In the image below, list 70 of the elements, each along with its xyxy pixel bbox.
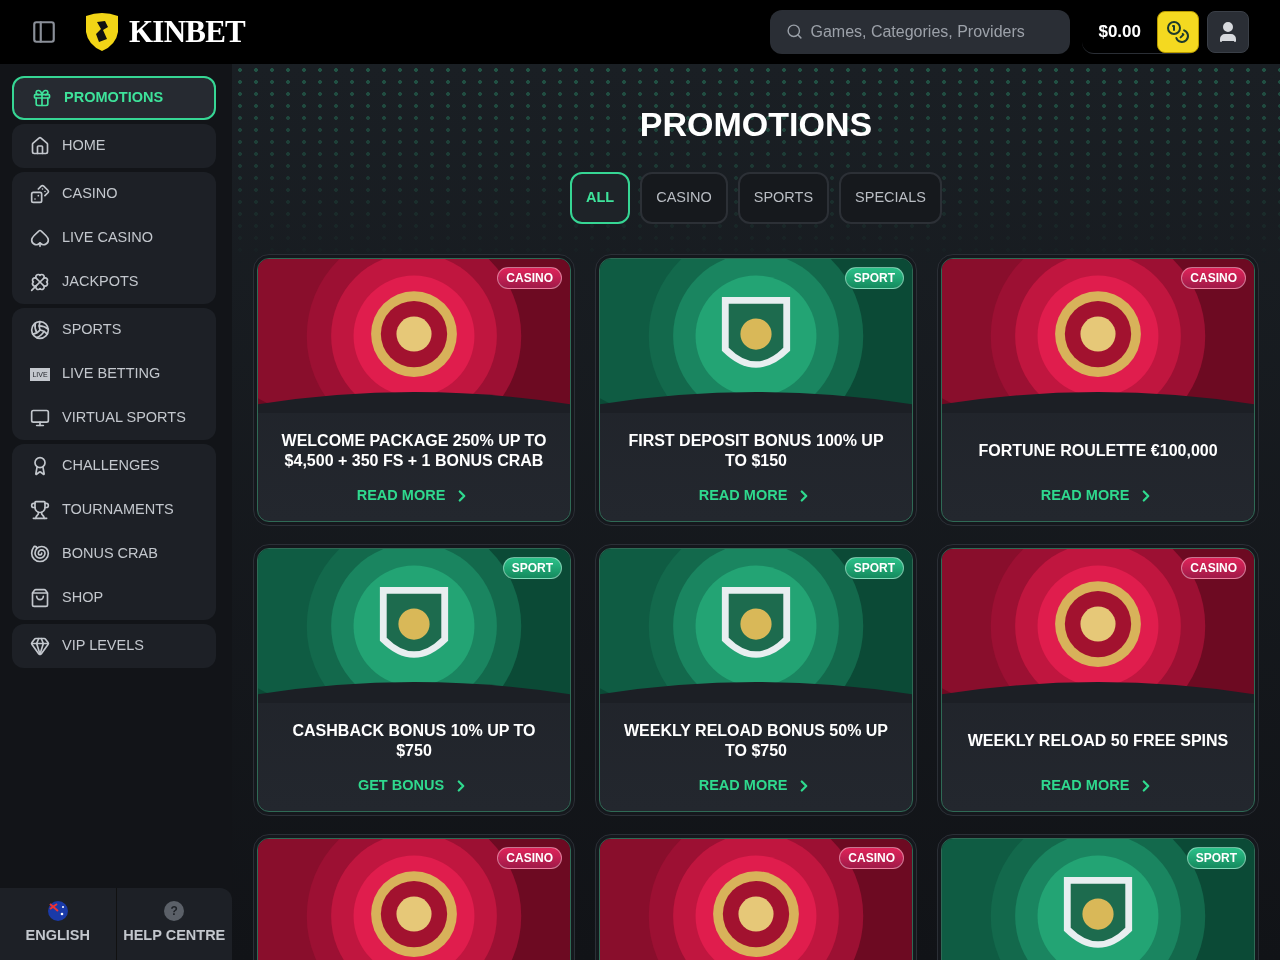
shell-icon	[30, 544, 50, 564]
menu-item[interactable]: JACKPOTS	[12, 260, 216, 304]
gift-icon	[32, 88, 52, 108]
category-badge: CASINO	[1181, 267, 1246, 289]
dice-icon	[30, 184, 50, 204]
category-badge: SPORT	[1186, 847, 1246, 869]
read-more-link[interactable]: READ MORE	[1040, 485, 1156, 507]
ball-icon	[30, 320, 50, 340]
filter-tab[interactable]: SPECIALS	[839, 172, 943, 224]
menu-item[interactable]: VIRTUAL SPORTS	[12, 396, 216, 440]
menu-item[interactable]: TOURNAMENTS	[12, 488, 216, 532]
menu-item[interactable]: CASINO	[12, 172, 216, 216]
help-icon: ?	[164, 901, 185, 922]
monitor-icon	[30, 408, 50, 428]
promo-card[interactable]: SPORT FIRST DEPOSIT BONUS 100% UP TO $150 READ MORE	[595, 254, 917, 526]
read-more-link[interactable]: GET BONUS	[357, 775, 471, 797]
menu-item[interactable]: PROMOTIONS	[12, 76, 216, 120]
search-icon	[786, 23, 804, 40]
coins-icon	[1166, 19, 1190, 44]
category-badge: CASINO	[497, 847, 562, 869]
read-more-link[interactable]: READ MORE	[1040, 775, 1156, 797]
clover-icon	[30, 272, 50, 292]
filter-tab[interactable]: SPORTS	[737, 172, 830, 224]
menu-item[interactable]: VIP LEVELS	[12, 624, 216, 668]
shopping-bag-icon	[30, 588, 50, 608]
read-more-link[interactable]: READ MORE	[698, 485, 814, 507]
home-icon	[30, 136, 50, 156]
trophy-icon	[30, 500, 50, 520]
spade-icon	[30, 228, 50, 248]
menu-item[interactable]: LIVE CASINO	[12, 216, 216, 260]
promo-card[interactable]: CASINO WEEKLY RELOAD 50 FREE SPINS READ MORE	[937, 544, 1259, 816]
promo-title: WEEKLY RELOAD 50 FREE SPINS	[967, 731, 1229, 751]
promo-card[interactable]: CASINO	[595, 834, 917, 960]
balance: $0.00	[1098, 20, 1141, 43]
category-badge: SPORT	[502, 557, 562, 579]
promo-card[interactable]: CASINO FORTUNE ROULETTE €100,000 READ MORE	[937, 254, 1259, 526]
category-badge: CASINO	[497, 267, 562, 289]
promo-card[interactable]: SPORT CASHBACK BONUS 10% UP TO $750 GET BONUS	[253, 544, 575, 816]
category-badge: CASINO	[839, 847, 904, 869]
diamond-icon	[30, 636, 50, 656]
menu-item[interactable]: HOME	[12, 124, 216, 168]
language-button[interactable]: ENGLISH	[0, 888, 117, 960]
promo-title: FORTUNE ROULETTE €100,000	[978, 441, 1218, 461]
profile-button[interactable]	[1207, 11, 1249, 53]
category-badge: CASINO	[1181, 557, 1246, 579]
category-badge: SPORT	[844, 557, 904, 579]
search-field[interactable]: Games, Categories, Providers	[770, 10, 1071, 54]
promo-card[interactable]: CASINO	[253, 834, 575, 960]
read-more-link[interactable]: READ MORE	[356, 485, 472, 507]
flag-icon	[47, 901, 68, 922]
brand-name: KINBET	[129, 12, 245, 51]
promo-card[interactable]: CASINO WELCOME PACKAGE 250% UP TO $4,500 + 350 FS + 1 BONUS CRAB READ MORE	[253, 254, 575, 526]
menu-item[interactable]: CHALLENGES	[12, 444, 216, 488]
promo-card[interactable]: SPORT WEEKLY RELOAD BONUS 50% UP TO $750 READ MORE	[595, 544, 917, 816]
read-more-link[interactable]: READ MORE	[698, 775, 814, 797]
promo-title: CASHBACK BONUS 10% UP TO $750	[291, 721, 537, 761]
shield-logo-icon	[83, 12, 121, 52]
help-button[interactable]: ? HELP CENTRE	[116, 888, 232, 960]
menu-item[interactable]: SPORTS	[12, 308, 216, 352]
category-badge: SPORT	[844, 267, 904, 289]
promo-title: FIRST DEPOSIT BONUS 100% UP TO $150	[627, 431, 885, 471]
page-title: PROMOTIONS	[639, 104, 873, 145]
filter-tab[interactable]: CASINO	[640, 172, 728, 224]
menu-item[interactable]: SHOP	[12, 576, 216, 620]
promo-title: WELCOME PACKAGE 250% UP TO $4,500 + 350 FS + 1 BONUS CRAB	[280, 431, 548, 471]
deposit-button[interactable]	[1157, 10, 1199, 53]
menu-item[interactable]: BONUS CRAB	[12, 532, 216, 576]
promo-title: WEEKLY RELOAD BONUS 50% UP TO $750	[622, 721, 890, 761]
sidebar-toggle-icon[interactable]	[31, 19, 57, 45]
filter-tab[interactable]: ALL	[569, 172, 631, 224]
